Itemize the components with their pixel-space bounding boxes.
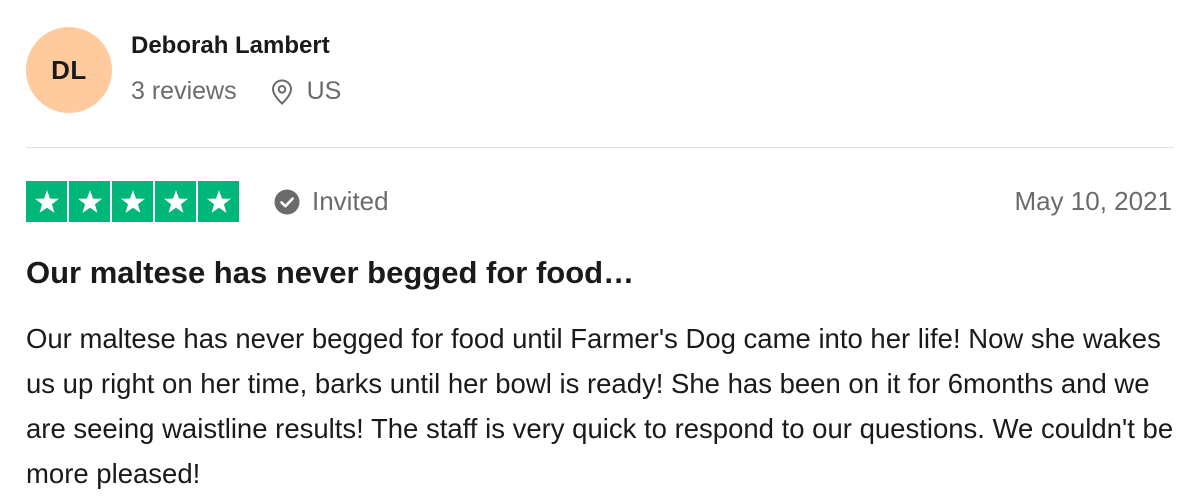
star-box xyxy=(26,181,67,222)
review-date: May 10, 2021 xyxy=(1014,186,1172,216)
star-rating xyxy=(26,181,239,222)
review-body-text: Our maltese has never begged for food un… xyxy=(26,323,1174,489)
location-pin-icon xyxy=(271,78,292,105)
reviewer-name[interactable]: Deborah Lambert xyxy=(131,32,330,60)
star-icon xyxy=(77,189,102,213)
star-icon xyxy=(163,189,188,213)
review-body: Our maltese has never begged for food un… xyxy=(26,316,1176,496)
review-count: 3 reviews xyxy=(131,77,237,105)
review-title[interactable]: Our maltese has never begged for food… xyxy=(26,255,634,291)
country-label: US xyxy=(306,77,342,105)
check-circle-icon xyxy=(274,189,300,214)
divider xyxy=(26,147,1174,148)
invited-badge[interactable]: Invited xyxy=(274,186,389,217)
reviewer-meta: 3 reviews US xyxy=(131,77,341,106)
avatar[interactable]: DL xyxy=(26,27,112,113)
star-icon xyxy=(206,189,231,213)
star-box xyxy=(198,181,239,222)
star-icon xyxy=(34,189,59,213)
star-box xyxy=(69,181,110,222)
reviewer-location: US xyxy=(271,77,342,106)
star-box xyxy=(155,181,196,222)
invited-label: Invited xyxy=(312,186,389,216)
star-box xyxy=(112,181,153,222)
star-icon xyxy=(120,189,145,213)
